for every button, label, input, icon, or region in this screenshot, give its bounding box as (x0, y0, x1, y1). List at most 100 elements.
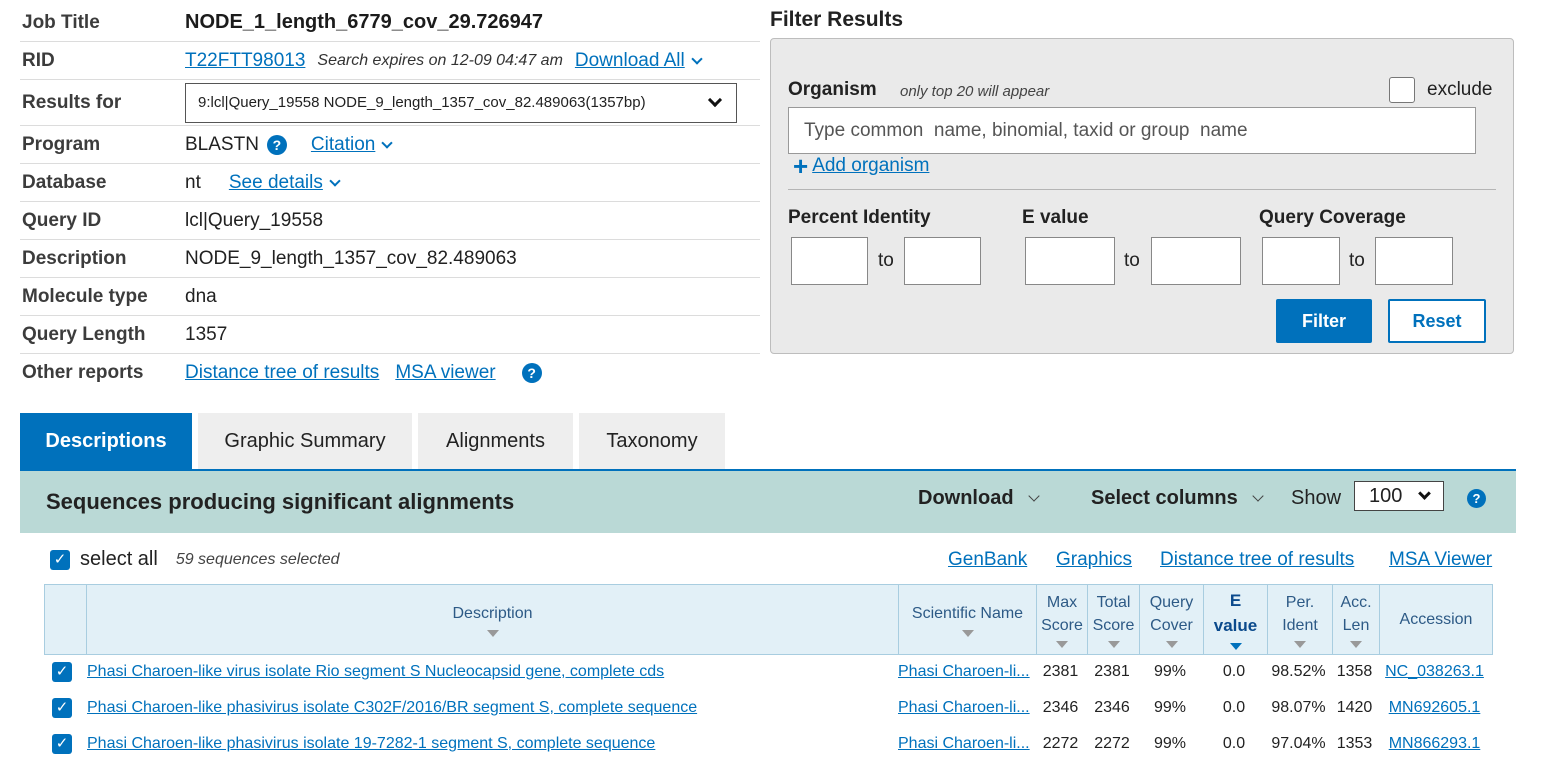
chevron-down-icon (381, 136, 394, 149)
selected-count: 59 sequences selected (175, 550, 340, 568)
citation-dropdown[interactable]: Citation (311, 134, 394, 156)
download-dropdown[interactable]: Download (918, 487, 1040, 510)
sort-arrow-icon (1294, 641, 1306, 649)
percent-identity-label: Percent Identity (788, 207, 931, 228)
row-description-link[interactable]: Phasi Charoen-like phasivirus isolate C3… (87, 699, 697, 717)
row-accession-link[interactable]: MN866293.1 (1389, 735, 1481, 753)
results-for-selected-value: 9:lcl|Query_19558 NODE_9_length_1357_cov… (198, 94, 646, 111)
help-icon[interactable]: ? (1467, 489, 1486, 508)
results-for-label: Results for (22, 91, 122, 113)
row-checkbox[interactable]: ✓ (52, 697, 72, 718)
header-accession[interactable]: Accession (1379, 585, 1492, 654)
row-accession-link[interactable]: MN692605.1 (1389, 699, 1481, 717)
query-coverage-from-input[interactable] (1262, 237, 1340, 285)
row-description-link[interactable]: Phasi Charoen-like phasivirus isolate 19… (87, 735, 655, 753)
header-description[interactable]: Description (86, 585, 898, 654)
tab-alignments[interactable]: Alignments (418, 413, 573, 469)
row-checkbox[interactable]: ✓ (52, 661, 72, 682)
chevron-down-icon (691, 52, 703, 65)
msa-viewer-link[interactable]: MSA viewer (395, 362, 495, 384)
exclude-label: exclude (1427, 79, 1493, 100)
sort-arrow-icon (961, 629, 974, 637)
evalue-to-input[interactable] (1151, 237, 1241, 285)
msa-viewer-results-link[interactable]: MSA Viewer (1389, 549, 1492, 571)
help-icon[interactable]: ? (521, 363, 542, 383)
distance-tree-link[interactable]: Distance tree of results (185, 362, 379, 384)
evalue-from-input[interactable] (1025, 237, 1115, 285)
header-total-score-line2: Score (1092, 617, 1135, 634)
percent-identity-to-input[interactable] (904, 237, 981, 285)
header-acc-len[interactable]: Acc. Len (1332, 585, 1379, 654)
header-acc-len-line1: Acc. (1340, 593, 1372, 611)
row-scientific-name-link[interactable]: Phasi Charoen-li... (898, 663, 1030, 681)
rid-expires-text: Search expires on 12-09 04:47 am (317, 51, 563, 69)
header-max-score-line1: Max (1046, 593, 1078, 611)
genbank-link[interactable]: GenBank (948, 549, 1027, 571)
see-details-dropdown[interactable]: See details (228, 171, 341, 194)
tab-descriptions[interactable]: Descriptions (20, 413, 192, 469)
row-acc-len: 1420 (1336, 698, 1373, 716)
query-id-label: Query ID (22, 209, 102, 231)
row-description-link[interactable]: Phasi Charoen-like virus isolate Rio seg… (87, 663, 664, 681)
row-per-ident: 98.52% (1271, 662, 1326, 680)
help-icon[interactable]: ? (266, 134, 287, 155)
sort-arrow-icon (1107, 641, 1120, 649)
percent-identity-to-label: to (878, 250, 894, 271)
header-evalue-line2: value (1213, 616, 1258, 635)
header-max-score-line2: Score (1041, 617, 1083, 634)
molecule-type-row: Molecule type dna (20, 278, 760, 316)
row-accession-link[interactable]: NC_038263.1 (1385, 663, 1484, 681)
row-scientific-name-link[interactable]: Phasi Charoen-li... (898, 735, 1030, 753)
header-per-ident-line1: Per. (1285, 593, 1315, 611)
job-summary: Job Title NODE_1_length_6779_cov_29.7269… (20, 4, 760, 392)
reset-button[interactable]: Reset (1388, 299, 1486, 343)
show-label: Show (1291, 487, 1342, 509)
header-per-ident[interactable]: Per. Ident (1267, 585, 1332, 654)
show-count-select[interactable]: 100 (1354, 481, 1444, 511)
rid-link[interactable]: T22FTT98013 (185, 50, 305, 72)
add-organism-link[interactable]: + Add organism (793, 153, 929, 179)
select-all-checkbox[interactable]: ✓ (50, 549, 70, 570)
see-details-label: See details (228, 171, 323, 193)
header-evalue[interactable]: E value (1203, 585, 1267, 654)
distance-tree-results-link[interactable]: Distance tree of results (1160, 549, 1354, 571)
filter-divider (788, 189, 1496, 190)
organism-note: only top 20 will appear (900, 83, 1050, 100)
graphics-link[interactable]: Graphics (1056, 549, 1132, 571)
molecule-type-value: dna (185, 285, 217, 307)
query-length-label: Query Length (22, 323, 146, 345)
header-query-cover[interactable]: Query Cover (1139, 585, 1203, 654)
row-total-score: 2381 (1094, 662, 1130, 680)
header-max-score[interactable]: Max Score (1036, 585, 1087, 654)
organism-label: Organism (788, 79, 877, 100)
sort-arrow-icon (1350, 641, 1362, 649)
chevron-down-icon (1027, 489, 1040, 502)
row-max-score: 2272 (1042, 734, 1079, 752)
row-checkbox[interactable]: ✓ (52, 733, 72, 754)
query-coverage-to-label: to (1349, 250, 1365, 271)
header-scientific-name[interactable]: Scientific Name (898, 585, 1036, 654)
chevron-down-icon (1252, 489, 1264, 502)
select-columns-dropdown[interactable]: Select columns (1091, 487, 1264, 510)
percent-identity-from-input[interactable] (791, 237, 868, 285)
exclude-checkbox[interactable] (1389, 77, 1415, 103)
query-coverage-to-input[interactable] (1375, 237, 1453, 285)
results-for-select[interactable]: 9:lcl|Query_19558 NODE_9_length_1357_cov… (185, 82, 737, 123)
tab-taxonomy[interactable]: Taxonomy (579, 413, 725, 469)
filter-button[interactable]: Filter (1276, 299, 1372, 343)
results-title: Sequences producing significant alignmen… (46, 489, 515, 514)
row-query-cover: 99% (1153, 662, 1187, 680)
job-title-row: Job Title NODE_1_length_6779_cov_29.7269… (20, 4, 760, 42)
rid-row: RID T22FTT98013 Search expires on 12-09 … (20, 42, 760, 80)
show-count-value: 100 (1369, 484, 1403, 507)
program-row: Program BLASTN ? Citation (20, 126, 760, 164)
row-scientific-name-link[interactable]: Phasi Charoen-li... (898, 699, 1030, 717)
download-all-dropdown[interactable]: Download All (575, 50, 703, 72)
organism-input[interactable] (788, 107, 1476, 154)
table-row: ✓ Phasi Charoen-like virus isolate Rio s… (44, 654, 1493, 689)
row-total-score: 2272 (1094, 734, 1130, 752)
chevron-down-icon (329, 174, 341, 187)
header-total-score[interactable]: Total Score (1087, 585, 1139, 654)
tab-graphic-summary[interactable]: Graphic Summary (198, 413, 412, 469)
chevron-down-icon (1418, 487, 1431, 500)
